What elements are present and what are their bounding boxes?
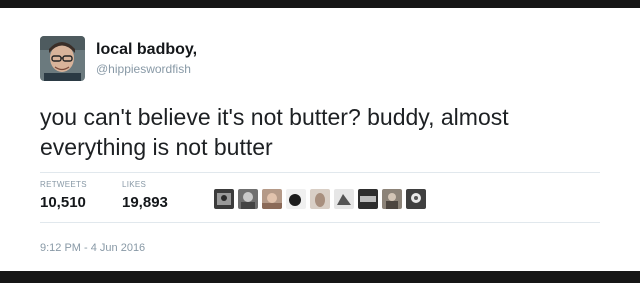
likes-count: 19,893	[122, 194, 168, 211]
liker-avatar[interactable]	[286, 189, 306, 209]
liker-avatar[interactable]	[262, 189, 282, 209]
stats-divider-top	[40, 172, 600, 173]
liker-avatar[interactable]	[238, 189, 258, 209]
liker-avatar[interactable]	[310, 189, 330, 209]
liker-avatar[interactable]	[382, 189, 402, 209]
author-handle[interactable]: @hippieswordfish	[96, 62, 191, 76]
author-display-name[interactable]: local badboy,	[96, 41, 197, 59]
retweets-label: RETWEETS	[40, 180, 87, 189]
liker-avatar[interactable]	[214, 189, 234, 209]
stats-divider-bottom	[40, 222, 600, 223]
liker-avatar[interactable]	[358, 189, 378, 209]
tweet-text: you can't believe it's not butter? buddy…	[40, 104, 509, 160]
liker-avatar[interactable]	[406, 189, 426, 209]
retweets-stat[interactable]: RETWEETS 10,510	[40, 180, 87, 211]
likes-stat[interactable]: LIKES 19,893	[122, 180, 168, 211]
screenshot-frame: local badboy, @hippieswordfish you can't…	[0, 0, 640, 283]
liker-avatar[interactable]	[334, 189, 354, 209]
retweets-count: 10,510	[40, 194, 86, 211]
likes-label: LIKES	[122, 180, 147, 189]
tweet-timestamp[interactable]: 9:12 PM - 4 Jun 2016	[40, 242, 145, 254]
author-avatar[interactable]	[40, 36, 85, 81]
liker-avatar-strip	[214, 189, 426, 213]
tweet-card: local badboy, @hippieswordfish you can't…	[0, 8, 640, 271]
